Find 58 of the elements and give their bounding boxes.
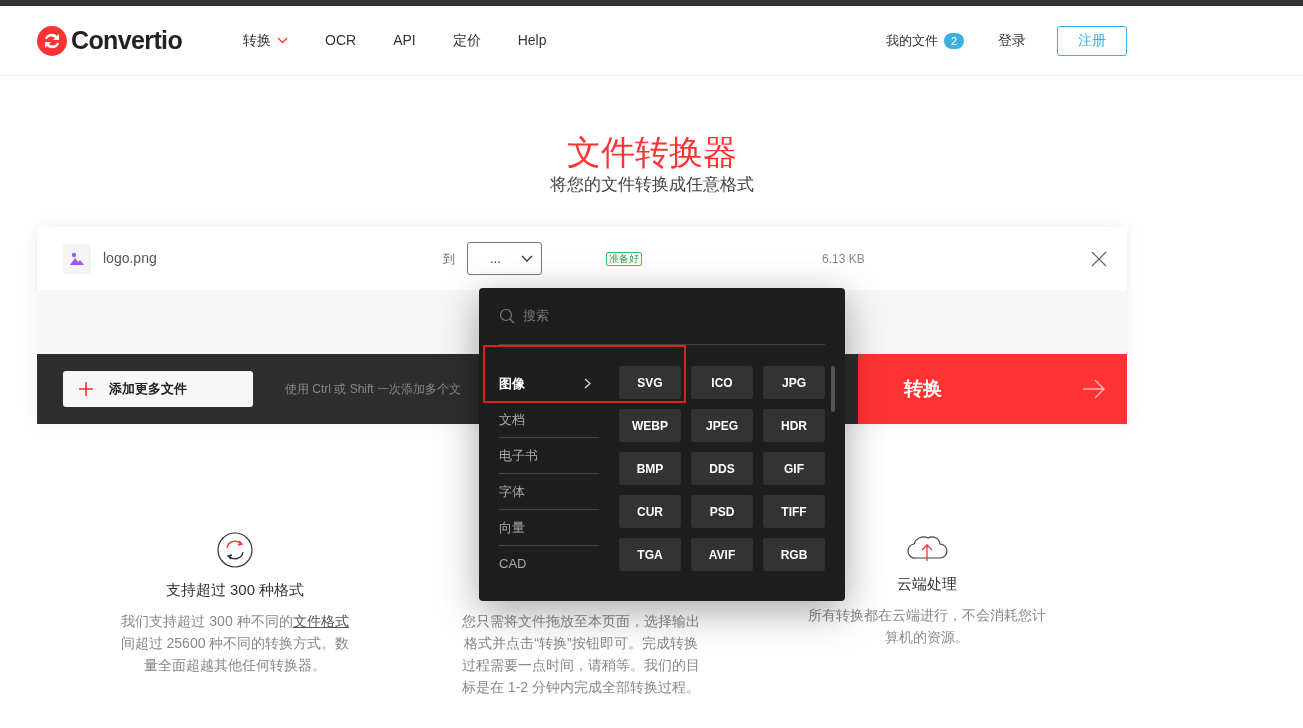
feature-description: 所有转换都在云端进行，不会消耗您计算机的资源。 — [807, 606, 1047, 647]
category-item[interactable]: 文档 — [499, 402, 599, 438]
category-item[interactable]: 向量 — [499, 510, 599, 546]
format-option[interactable]: WEBP — [619, 409, 681, 442]
file-formats-link[interactable]: 文件格式 — [292, 613, 349, 629]
hint-text: 使用 Ctrl 或 Shift 一次添加多个文 — [285, 381, 461, 398]
format-option[interactable]: BMP — [619, 452, 681, 485]
nav-link[interactable]: Help — [517, 30, 547, 51]
plus-icon — [79, 382, 93, 396]
page-title: 文件转换器 — [566, 132, 737, 173]
status-badge: 准备好 — [606, 251, 642, 266]
format-option[interactable]: TIFF — [763, 495, 825, 528]
format-option[interactable]: JPG — [763, 366, 825, 399]
nav-link[interactable]: API — [393, 30, 416, 51]
file-name: logo.png — [103, 249, 158, 268]
format-option[interactable]: PSD — [691, 495, 753, 528]
refresh-icon — [217, 532, 253, 568]
format-option[interactable]: ICO — [691, 366, 753, 399]
category-item[interactable]: CAD — [499, 546, 599, 582]
feature-description: 您只需将文件拖放至本页面，选择输出格式并点击“转换”按钮即可。完成转换过程需要一点时间，请稍等。我们的目标是在 1-2 分钟内完成全部转换过程。 — [461, 612, 701, 697]
file-size: 6.13 KB — [822, 250, 865, 268]
to-label: 到 — [443, 250, 455, 268]
format-select[interactable]: ... — [467, 242, 542, 275]
format-option[interactable]: HDR — [763, 409, 825, 442]
arrow-right-icon — [1083, 379, 1105, 399]
category-item[interactable]: 字体 — [499, 474, 599, 510]
nav-link[interactable]: 定价 — [452, 30, 481, 51]
nav-link[interactable]: OCR — [325, 30, 357, 51]
logo-text[interactable]: Convertio — [71, 21, 183, 60]
nav-link[interactable]: 转换 — [243, 30, 288, 51]
chevron-down-icon — [277, 37, 288, 44]
format-option[interactable]: TGA — [619, 538, 681, 571]
page-subtitle: 将您的文件转换成任意格式 — [549, 174, 754, 196]
category-item[interactable]: 图像 — [499, 366, 599, 402]
feature-title: 云端处理 — [897, 574, 957, 594]
convert-button[interactable]: 转换 — [858, 354, 1127, 424]
format-option[interactable]: AVIF — [691, 538, 753, 571]
scrollbar[interactable] — [831, 366, 835, 412]
my-files-link[interactable]: 我的文件 2 — [885, 30, 964, 51]
format-option[interactable]: SVG — [619, 366, 681, 399]
feature-title: 支持超过 300 种格式 — [165, 580, 305, 600]
chevron-down-icon — [521, 254, 533, 263]
format-option[interactable]: CUR — [619, 495, 681, 528]
login-link[interactable]: 登录 — [998, 30, 1026, 51]
search-icon — [499, 308, 515, 324]
format-option[interactable]: DDS — [691, 452, 753, 485]
search-field[interactable]: 搜索 — [523, 306, 723, 326]
format-option[interactable]: RGB — [763, 538, 825, 571]
add-files-button[interactable]: 添加更多文件 — [63, 371, 253, 407]
format-option[interactable]: JPEG — [691, 409, 753, 442]
logo-icon — [37, 25, 67, 56]
image-file-icon — [63, 243, 91, 274]
file-count-badge: 2 — [943, 32, 964, 49]
close-button[interactable] — [1091, 250, 1107, 267]
format-option[interactable]: GIF — [763, 452, 825, 485]
feature-description: 我们支持超过 300 种不同的文件格式 间超过 25600 种不同的转换方式。数量全面超越其他任何转换器。 — [119, 612, 351, 675]
category-item[interactable]: 电子书 — [499, 438, 599, 474]
chevron-right-icon — [584, 378, 591, 389]
